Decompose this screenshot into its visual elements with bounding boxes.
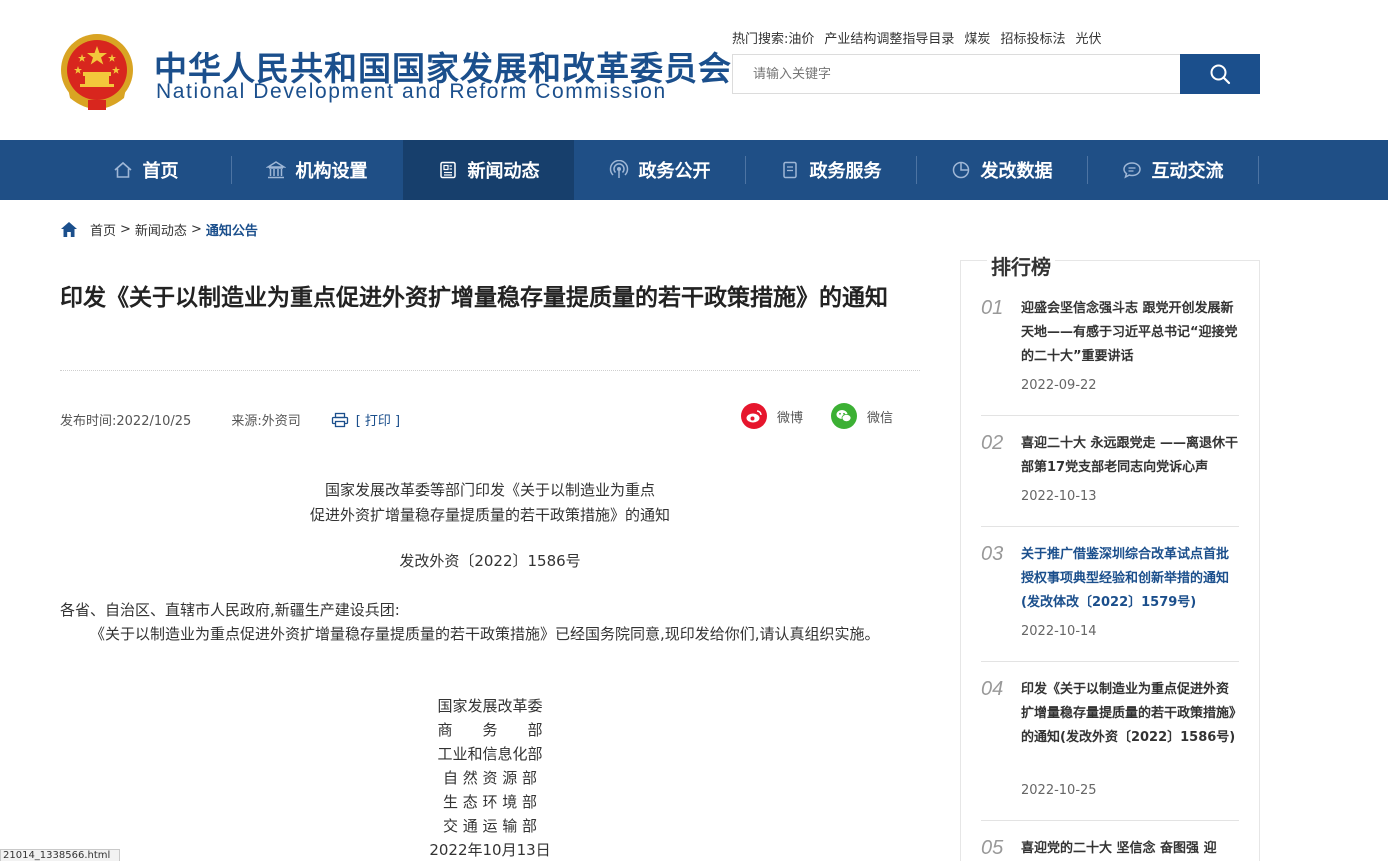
- breadcrumb-separator: >: [190, 222, 202, 237]
- hot-term[interactable]: 产业结构调整指导目录: [824, 32, 954, 47]
- share-wechat[interactable]: 微信: [831, 403, 893, 429]
- nav-item-data[interactable]: 发改数据: [916, 140, 1087, 200]
- pie-chart-icon: [952, 161, 969, 179]
- ranking-number: 04: [981, 678, 1004, 700]
- nav-item-news[interactable]: 新闻动态: [403, 140, 574, 200]
- ranking-divider: [981, 661, 1239, 662]
- nav-label: 首页: [142, 161, 179, 182]
- ranking-panel: 排行榜 01 迎盛会坚信念强斗志 跟党开创发展新天地——有感于习近平总书记“迎接…: [960, 251, 1260, 861]
- print-button[interactable]: [ 打印 ]: [331, 410, 400, 429]
- nav-label: 政务服务: [809, 161, 882, 182]
- breadcrumb-home[interactable]: 首页: [90, 220, 116, 239]
- print-label: [ 打印 ]: [355, 414, 401, 429]
- ranking-link[interactable]: 关于推广借鉴深圳综合改革试点首批授权事项典型经验和创新举措的通知(发改体改〔20…: [1021, 543, 1241, 615]
- hot-search: 热门搜索:油价 产业结构调整指导目录 煤炭 招标投标法 光伏: [732, 28, 1111, 47]
- signer: 交 通 运 输 部: [442, 817, 538, 835]
- search-icon: [1210, 64, 1231, 85]
- document-heading-line: 国家发展改革委等部门印发《关于以制造业为重点: [324, 481, 655, 499]
- ranking-number: 05: [981, 837, 1004, 859]
- ranking-title: 排行榜: [987, 251, 1055, 280]
- nav-label: 机构设置: [295, 161, 368, 182]
- hot-term[interactable]: 油价: [788, 32, 814, 47]
- article-title: 印发《关于以制造业为重点促进外资扩增量稳存量提质量的若干政策措施》的通知: [60, 285, 888, 311]
- ranking-date: 2022-09-22: [1021, 378, 1097, 393]
- ranking-link[interactable]: 迎盛会坚信念强斗志 跟党开创发展新天地——有感于习近平总书记“迎接党的二十大”重…: [1021, 297, 1241, 369]
- nav-item-interaction[interactable]: 互动交流: [1087, 140, 1258, 200]
- ranking-number: 02: [981, 432, 1004, 454]
- body-paragraph: 《关于以制造业为重点促进外资扩增量稳存量提质量的若干政策措施》已经国务院同意,现…: [90, 625, 880, 643]
- ranking-number: 01: [981, 297, 1004, 319]
- addressee: 各省、自治区、直辖市人民政府,新疆生产建设兵团:: [60, 601, 400, 619]
- nav-label: 政务公开: [638, 161, 711, 182]
- main-nav: 首页 机构设置 新闻动态 政务公开 政务服务 发改数据 互动交流: [0, 140, 1388, 200]
- hot-term[interactable]: 光伏: [1075, 32, 1101, 47]
- nav-label: 互动交流: [1151, 161, 1224, 182]
- nav-divider: [1258, 156, 1259, 184]
- home-icon: [113, 161, 132, 178]
- ranking-divider: [981, 415, 1239, 416]
- signing-date: 2022年10月13日: [429, 841, 551, 859]
- ranking-link[interactable]: 印发《关于以制造业为重点促进外资扩增量稳存量提质量的若干政策措施》的通知(发改外…: [1021, 678, 1241, 750]
- title-divider: [60, 370, 920, 371]
- hot-term[interactable]: 招标投标法: [1000, 32, 1065, 47]
- ranking-date: 2022-10-14: [1021, 624, 1097, 639]
- breadcrumb-separator: >: [120, 222, 131, 237]
- signer: 生 态 环 境 部: [442, 793, 538, 811]
- site-header: 中华人民共和国国家发展和改革委员会 National Development a…: [0, 0, 1388, 140]
- nav-item-gov-affairs[interactable]: 政务公开: [574, 140, 745, 200]
- nav-label: 新闻动态: [467, 161, 540, 182]
- weibo-icon: [741, 403, 767, 429]
- hot-search-label: 热门搜索:: [732, 32, 789, 47]
- publish-date: 发布时间:2022/10/25: [60, 414, 192, 429]
- ranking-divider: [981, 820, 1239, 821]
- site-title-en: National Development and Reform Commissi…: [156, 80, 667, 103]
- wechat-icon: [831, 403, 857, 429]
- article-source: 来源:外资司: [231, 414, 301, 429]
- ranking-divider: [981, 526, 1239, 527]
- ranking-date: 2022-10-13: [1021, 489, 1097, 504]
- nav-item-home[interactable]: 首页: [60, 140, 231, 200]
- ranking-number: 03: [981, 543, 1004, 565]
- chat-icon: [1122, 162, 1141, 179]
- printer-icon: [331, 412, 348, 427]
- share-weibo-label: 微博: [777, 410, 804, 426]
- search-button[interactable]: [1180, 54, 1260, 94]
- article-meta: 发布时间:2022/10/25 来源:外资司 [ 打印 ]: [60, 410, 400, 429]
- broadcast-icon: [609, 160, 628, 178]
- signer: 自 然 资 源 部: [442, 769, 538, 787]
- search-input[interactable]: [732, 54, 1181, 94]
- document-icon: [782, 161, 797, 179]
- share-weibo[interactable]: 微博: [741, 403, 803, 429]
- national-emblem-icon[interactable]: [58, 32, 136, 114]
- building-icon: [265, 161, 286, 179]
- signer: 国家发展改革委: [437, 697, 543, 715]
- nav-label: 发改数据: [980, 161, 1053, 182]
- news-icon: [439, 161, 456, 179]
- ranking-link[interactable]: 喜迎党的二十大 坚信念 奋图强 迎: [1021, 837, 1241, 861]
- breadcrumb: 首页 > 新闻动态 > 通知公告: [60, 220, 258, 239]
- document-number: 发改外资〔2022〕1586号: [399, 552, 581, 570]
- status-url-tooltip: 21014_1338566.html: [0, 849, 120, 861]
- nav-item-gov-services[interactable]: 政务服务: [745, 140, 916, 200]
- breadcrumb-news[interactable]: 新闻动态: [135, 220, 187, 239]
- signer: 工业和信息化部: [437, 745, 543, 763]
- share-wechat-label: 微信: [867, 410, 894, 426]
- document-heading-line: 促进外资扩增量稳存量提质量的若干政策措施》的通知: [309, 506, 670, 524]
- ranking-date: 2022-10-25: [1021, 783, 1097, 798]
- breadcrumb-current[interactable]: 通知公告: [206, 220, 258, 239]
- nav-item-organization[interactable]: 机构设置: [231, 140, 402, 200]
- home-icon[interactable]: [60, 221, 78, 238]
- ranking-link[interactable]: 喜迎二十大 永远跟党走 ——离退休干部第17党支部老同志向党诉心声: [1021, 432, 1241, 480]
- signer: 商 务 部: [437, 721, 543, 739]
- document-heading: 国家发展改革委等部门印发《关于以制造业为重点 促进外资扩增量稳存量提质量的若干政…: [60, 478, 920, 528]
- hot-term[interactable]: 煤炭: [964, 32, 990, 47]
